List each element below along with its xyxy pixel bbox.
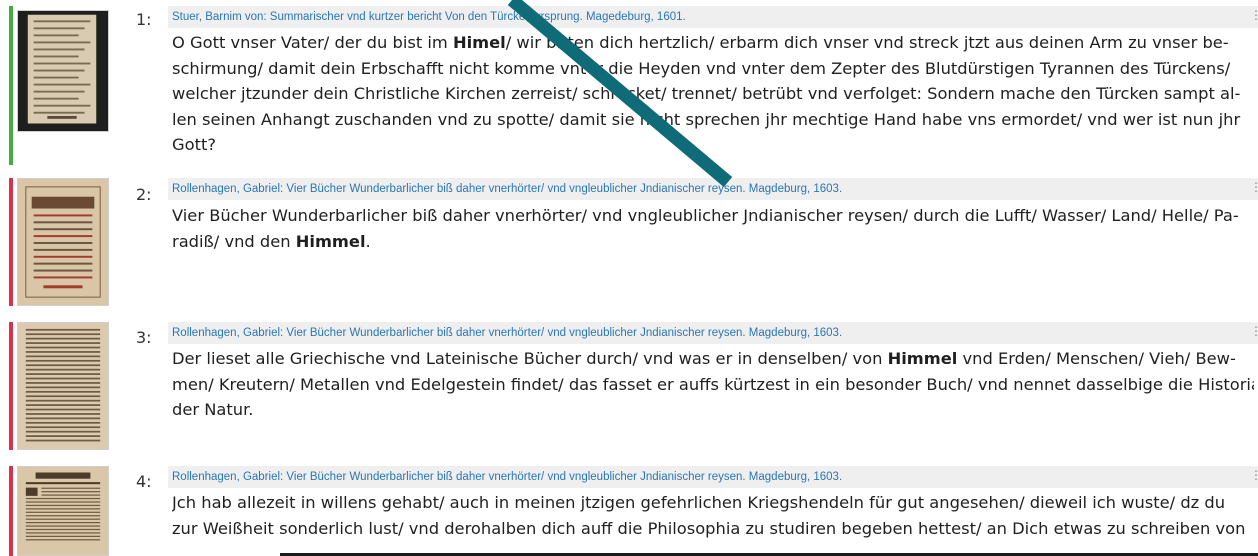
snippet-line: radiß/ vnd den Himmel. bbox=[172, 229, 1254, 255]
source-citation-text[interactable]: Stuer, Barnim von: Summarischer vnd kurt… bbox=[172, 11, 686, 23]
page-thumbnail[interactable] bbox=[17, 466, 109, 556]
result-number: 3: bbox=[136, 328, 152, 347]
snippet-line: Jch hab allezeit in willens gehabt/ auch… bbox=[172, 490, 1254, 516]
snippet-text: schirmung/ damit dein Erbschafft nicht k… bbox=[172, 58, 1231, 78]
source-citation-link[interactable]: Rollenhagen, Gabriel: Vier Bücher Wunder… bbox=[168, 466, 1258, 488]
page-thumbnail[interactable] bbox=[17, 10, 109, 132]
snippet-text: len seinen Anhangt zuschanden vnd zu spo… bbox=[172, 109, 1241, 129]
snippet-text: vnd Erden/ Menschen/ Vieh/ Bew- bbox=[957, 349, 1236, 368]
snippet-text: welcher jtzunder dein Christliche Kirche… bbox=[172, 84, 1241, 103]
result-status-bar bbox=[9, 178, 13, 306]
result-number: 1: bbox=[136, 10, 152, 29]
result-snippet: Vier Bücher Wunderbarlicher biß daher vn… bbox=[172, 203, 1254, 254]
snippet-line: schirmung/ damit dein Erbschafft nicht k… bbox=[172, 56, 1254, 82]
snippet-text: radiß/ vnd den bbox=[172, 231, 296, 251]
result-status-bar bbox=[9, 466, 13, 556]
snippet-line: welcher jtzunder dein Christliche Kirche… bbox=[172, 81, 1254, 107]
source-citation-link[interactable]: Rollenhagen, Gabriel: Vier Bücher Wunder… bbox=[168, 178, 1258, 200]
snippet-line: len seinen Anhangt zuschanden vnd zu spo… bbox=[172, 107, 1254, 133]
source-citation-text[interactable]: Rollenhagen, Gabriel: Vier Bücher Wunder… bbox=[172, 471, 842, 483]
snippet-text: der Natur. bbox=[172, 400, 254, 419]
snippet-text: Jch hab allezeit in willens gehabt/ auch… bbox=[172, 493, 1226, 512]
snippet-line: O Gott vnser Vater/ der du bist im Himel… bbox=[172, 30, 1254, 56]
snippet-text: zur Weißheit sonderlich lust/ vnd deroha… bbox=[172, 518, 1246, 538]
source-citation-link[interactable]: Rollenhagen, Gabriel: Vier Bücher Wunder… bbox=[168, 322, 1258, 344]
result-status-bar bbox=[9, 322, 13, 450]
result-number: 4: bbox=[136, 472, 152, 491]
kebab-menu-icon[interactable]: ⋮ bbox=[1250, 322, 1258, 337]
source-citation-link[interactable]: Stuer, Barnim von: Summarischer vnd kurt… bbox=[168, 6, 1258, 28]
search-hit: Himmel bbox=[887, 349, 958, 368]
kebab-menu-icon[interactable]: ⋮ bbox=[1250, 466, 1258, 481]
search-hit: Himmel bbox=[295, 231, 366, 251]
snippet-text: / wir bitten dich hertzlich/ erbarm dich… bbox=[505, 33, 1229, 52]
kebab-menu-icon[interactable]: ⋮ bbox=[1250, 6, 1258, 21]
result-snippet: Der lieset alle Griechische vnd Lateinis… bbox=[172, 346, 1254, 423]
snippet-text: men/ Kreutern/ Metallen vnd Edelgestein … bbox=[172, 374, 1254, 394]
snippet-line: der Natur. bbox=[172, 397, 1254, 423]
result-snippet: O Gott vnser Vater/ der du bist im Himel… bbox=[172, 30, 1254, 158]
snippet-line: men/ Kreutern/ Metallen vnd Edelgestein … bbox=[172, 372, 1254, 398]
snippet-text: . bbox=[365, 231, 371, 251]
page-thumbnail[interactable] bbox=[17, 178, 109, 306]
snippet-text: Vier Bücher Wunderbarlicher biß daher vn… bbox=[172, 206, 1239, 225]
snippet-text: O Gott vnser Vater/ der du bist im bbox=[172, 33, 453, 52]
source-citation-text[interactable]: Rollenhagen, Gabriel: Vier Bücher Wunder… bbox=[172, 327, 842, 339]
snippet-line: Vier Bücher Wunderbarlicher biß daher vn… bbox=[172, 203, 1254, 229]
snippet-line: Gott? bbox=[172, 132, 1254, 158]
search-hit: Himel bbox=[452, 33, 506, 52]
kebab-menu-icon[interactable]: ⋮ bbox=[1250, 178, 1258, 193]
snippet-text: Gott? bbox=[172, 135, 216, 154]
result-number: 2: bbox=[136, 185, 152, 204]
result-snippet: Jch hab allezeit in willens gehabt/ auch… bbox=[172, 490, 1254, 541]
page-thumbnail[interactable] bbox=[17, 322, 109, 450]
snippet-text: Der lieset alle Griechische vnd Lateinis… bbox=[172, 349, 888, 368]
result-status-bar bbox=[9, 6, 13, 165]
snippet-line: zur Weißheit sonderlich lust/ vnd deroha… bbox=[172, 516, 1254, 542]
source-citation-text[interactable]: Rollenhagen, Gabriel: Vier Bücher Wunder… bbox=[172, 183, 842, 195]
snippet-line: Der lieset alle Griechische vnd Lateinis… bbox=[172, 346, 1254, 372]
